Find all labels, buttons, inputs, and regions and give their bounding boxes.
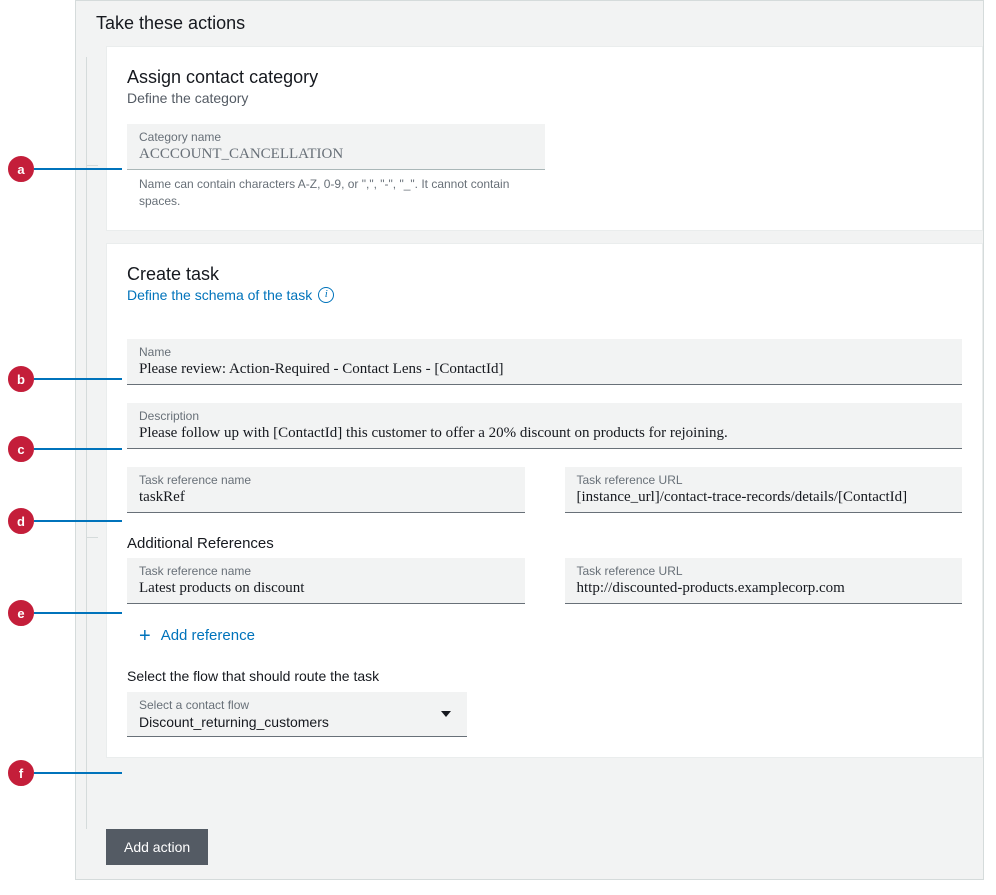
category-name-label: Category name: [139, 130, 533, 144]
callout-a: a: [8, 156, 34, 182]
task-ref2-url-value: http://discounted-products.examplecorp.c…: [577, 580, 951, 597]
assign-category-title: Assign contact category: [127, 67, 962, 88]
actions-panel: Take these actions Assign contact catego…: [75, 0, 984, 880]
callout-c: c: [8, 436, 34, 462]
task-description-field[interactable]: Description Please follow up with [Conta…: [127, 403, 962, 449]
tree-gutter: [86, 57, 106, 829]
info-icon[interactable]: i: [318, 287, 334, 303]
create-task-title: Create task: [127, 264, 962, 285]
task-ref2-url-label: Task reference URL: [577, 564, 951, 578]
callout-f-line: [34, 772, 122, 774]
callout-f: f: [8, 760, 34, 786]
task-name-field[interactable]: Name Please review: Action-Required - Co…: [127, 339, 962, 385]
contact-flow-value: Discount_returning_customers: [139, 714, 455, 730]
task-ref1-url-value: [instance_url]/contact-trace-records/det…: [577, 489, 951, 506]
task-ref-row-1: Task reference name taskRef Task referen…: [127, 467, 962, 513]
callout-a-line: [34, 168, 122, 170]
create-task-sub: Define the schema of the task i: [127, 287, 962, 303]
add-reference-button[interactable]: + Add reference: [139, 626, 255, 646]
category-name-value: ACCCOUNT_CANCELLATION: [139, 146, 533, 163]
chevron-down-icon: [441, 711, 451, 717]
category-name-helper: Name can contain characters A-Z, 0-9, or…: [127, 170, 545, 210]
callout-e-line: [34, 612, 122, 614]
task-ref1-name-field[interactable]: Task reference name taskRef: [127, 467, 525, 513]
task-ref2-name-value: Latest products on discount: [139, 580, 513, 597]
task-ref1-url-field[interactable]: Task reference URL [instance_url]/contac…: [565, 467, 963, 513]
task-ref1-name-value: taskRef: [139, 489, 513, 506]
callout-b: b: [8, 366, 34, 392]
task-ref2-url-field[interactable]: Task reference URL http://discounted-pro…: [565, 558, 963, 604]
task-ref1-url-label: Task reference URL: [577, 473, 951, 487]
category-name-field[interactable]: Category name ACCCOUNT_CANCELLATION: [127, 124, 545, 170]
callout-e: e: [8, 600, 34, 626]
contact-flow-label: Select a contact flow: [139, 698, 455, 712]
task-ref1-name-label: Task reference name: [139, 473, 513, 487]
task-description-label: Description: [139, 409, 950, 423]
flow-prompt: Select the flow that should route the ta…: [127, 668, 962, 684]
task-description-value: Please follow up with [ContactId] this c…: [139, 425, 950, 442]
plus-icon: +: [139, 626, 151, 646]
task-ref-row-2: Task reference name Latest products on d…: [127, 558, 962, 604]
callout-d: d: [8, 508, 34, 534]
contact-flow-select[interactable]: Select a contact flow Discount_returning…: [127, 692, 467, 737]
tree-tick: [86, 165, 98, 166]
callout-c-line: [34, 448, 122, 450]
task-name-value: Please review: Action-Required - Contact…: [139, 361, 950, 378]
create-task-card: Create task Define the schema of the tas…: [106, 243, 983, 758]
create-task-sub-text: Define the schema of the task: [127, 287, 312, 303]
callout-d-line: [34, 520, 122, 522]
additional-references-title: Additional References: [127, 535, 962, 552]
assign-category-sub: Define the category: [127, 90, 962, 106]
task-ref2-name-field[interactable]: Task reference name Latest products on d…: [127, 558, 525, 604]
assign-category-card: Assign contact category Define the categ…: [106, 46, 983, 231]
task-ref2-name-label: Task reference name: [139, 564, 513, 578]
callout-b-line: [34, 378, 122, 380]
add-action-button[interactable]: Add action: [106, 829, 208, 865]
task-name-label: Name: [139, 345, 950, 359]
panel-title: Take these actions: [76, 1, 983, 46]
add-reference-label: Add reference: [161, 627, 255, 644]
tree-tick: [86, 537, 98, 538]
